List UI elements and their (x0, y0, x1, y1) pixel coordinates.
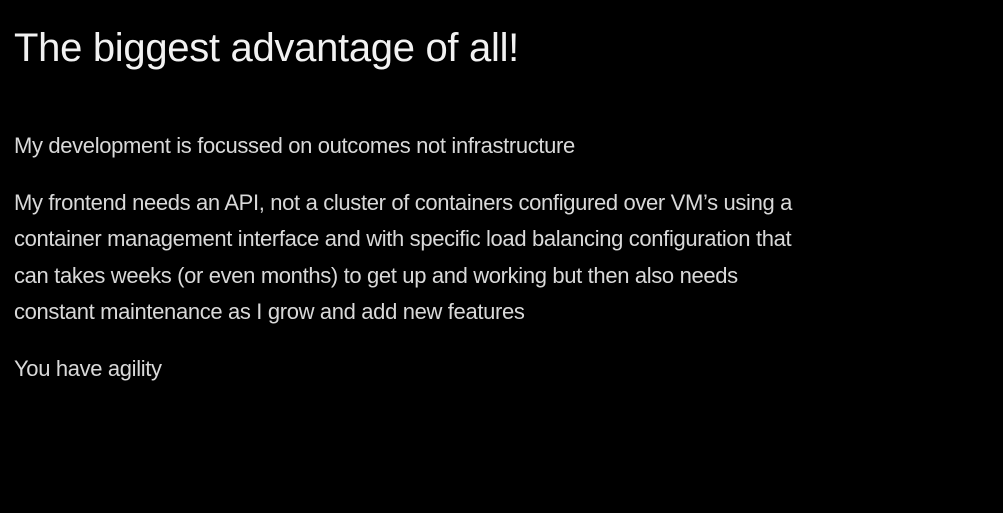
paragraph-line: constant maintenance as I grow and add n… (14, 299, 525, 324)
paragraph-agility: You have agility (14, 351, 974, 388)
paragraph-api: My frontend needs an API, not a cluster … (14, 185, 974, 331)
paragraph-line: My frontend needs an API, not a cluster … (14, 189, 793, 215)
paragraph-line: You have agility (14, 355, 162, 381)
slide-title: The biggest advantage of all! (14, 26, 519, 70)
slide-body: My development is focussed on outcomes n… (14, 128, 974, 407)
paragraph-outcomes: My development is focussed on outcomes n… (14, 128, 974, 165)
presentation-slide: The biggest advantage of all! My develop… (0, 0, 1003, 513)
paragraph-line: container management interface and with … (14, 226, 792, 251)
paragraph-line: can takes weeks (or even months) to get … (14, 262, 738, 288)
paragraph-line: My development is focussed on outcomes n… (14, 133, 575, 158)
